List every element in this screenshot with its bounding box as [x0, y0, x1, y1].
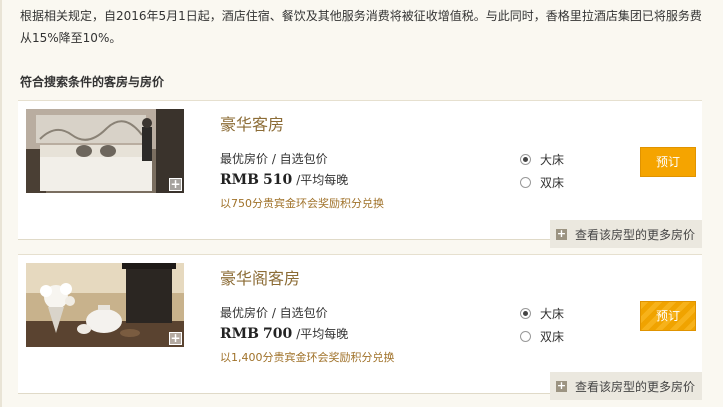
book-button[interactable]: 预订: [640, 147, 696, 177]
price-amount: 700: [262, 326, 293, 342]
more-rates-label: 查看该房型的更多房价: [575, 379, 696, 394]
radio-icon[interactable]: [520, 331, 531, 342]
vat-notice: 根据相关规定，自2016年5月1日起，酒店住宿、餐饮及其他服务消费将被征收增值税…: [20, 9, 702, 45]
room-price: RMB 510/平均每晚: [220, 171, 348, 188]
bed-option-label: 大床: [540, 153, 565, 167]
room-photo: [26, 109, 184, 193]
more-rates-link[interactable]: + 查看该房型的更多房价: [550, 220, 702, 248]
section-title: 符合搜索条件的客房与房价: [20, 75, 165, 89]
thumb-expand-icon[interactable]: +: [169, 178, 182, 191]
price-amount: 510: [262, 172, 293, 188]
plus-box-icon: +: [556, 378, 567, 392]
bed-option-label: 双床: [540, 176, 565, 190]
radio-icon[interactable]: [520, 154, 531, 165]
more-rates-label: 查看该房型的更多房价: [575, 227, 696, 242]
radio-icon[interactable]: [520, 177, 531, 188]
price-unit: /平均每晚: [296, 327, 349, 341]
plus-box-icon: +: [556, 226, 567, 240]
bed-option-twin[interactable]: 双床: [520, 174, 564, 191]
price-currency: RMB: [220, 326, 259, 342]
room-thumbnail[interactable]: +: [26, 263, 184, 347]
rate-label: 最优房价 / 自选包价: [220, 306, 328, 320]
more-rates-link[interactable]: + 查看该房型的更多房价: [550, 372, 702, 400]
room-name[interactable]: 豪华阁客房: [220, 265, 300, 289]
room-name[interactable]: 豪华客房: [220, 111, 284, 135]
thumb-expand-icon[interactable]: +: [169, 332, 182, 345]
room-card-deluxe: + 豪华客房 最优房价 / 自选包价 RMB 510/平均每晚 以750分贵宾金环…: [18, 100, 702, 248]
rate-label: 最优房价 / 自选包价: [220, 152, 328, 166]
room-price: RMB 700/平均每晚: [220, 325, 348, 342]
radio-icon[interactable]: [520, 308, 531, 319]
book-button[interactable]: 预订: [640, 301, 696, 331]
price-currency: RMB: [220, 172, 259, 188]
bed-option-label: 大床: [540, 307, 565, 321]
bed-option-twin[interactable]: 双床: [520, 328, 564, 345]
price-unit: /平均每晚: [296, 173, 349, 187]
room-thumbnail[interactable]: +: [26, 109, 184, 193]
room-card-deluxe-club: + 豪华阁客房 最优房价 / 自选包价 RMB 700/平均每晚 以1,400分贵…: [18, 254, 702, 400]
page-edge: [0, 0, 2, 407]
bed-option-king[interactable]: 大床: [520, 305, 564, 322]
points-redeem-link[interactable]: 以750分贵宾金环会奖励积分兑换: [220, 195, 384, 211]
bed-option-king[interactable]: 大床: [520, 151, 564, 168]
points-redeem-link[interactable]: 以1,400分贵宾金环会奖励积分兑换: [220, 349, 395, 365]
bed-option-label: 双床: [540, 330, 565, 344]
room-photo: [26, 263, 184, 347]
